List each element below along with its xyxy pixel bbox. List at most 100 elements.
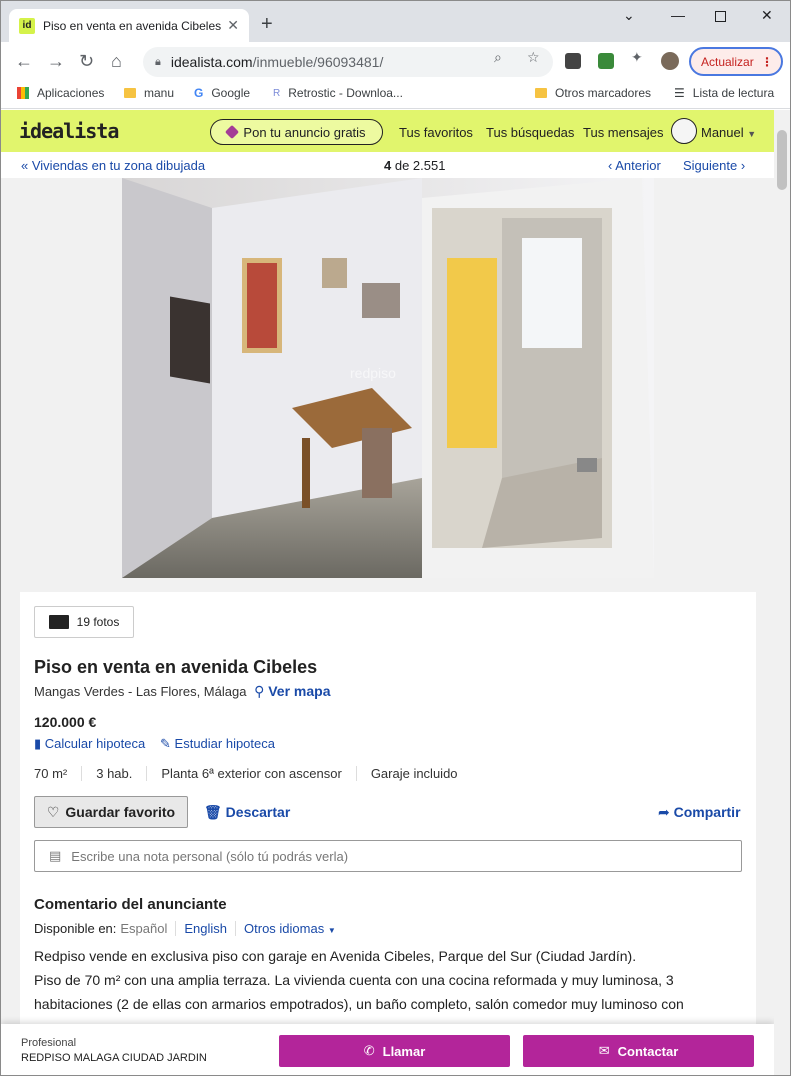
home-icon[interactable]: ⌂	[111, 51, 122, 72]
nav-favorites[interactable]: Tus favoritos	[399, 125, 473, 140]
browser-window: id Piso en venta en avenida Cibeles ✕ + …	[0, 0, 791, 1076]
bookmark-manu[interactable]: manu	[124, 86, 174, 100]
bookmark-google[interactable]: G Google	[194, 86, 250, 100]
address-bar[interactable]: 🔒︎ idealista.com/inmueble/96093481/	[143, 47, 553, 77]
double-chevron-left-icon: «	[21, 158, 29, 173]
browser-toolbar: ← → ↻ ⌂ 🔒︎ idealista.com/inmueble/960934…	[1, 42, 790, 80]
browser-tab[interactable]: id Piso en venta en avenida Cibeles ✕	[9, 9, 249, 42]
maximize-icon[interactable]	[715, 11, 726, 22]
previous-link[interactable]: ‹ Anterior	[608, 158, 661, 173]
phone-icon: ✆	[363, 1043, 375, 1058]
listing-detail-card: 19 fotos Piso en venta en avenida Cibele…	[20, 592, 756, 1075]
extensions-puzzle-icon[interactable]: ✦	[631, 49, 643, 66]
lock-icon: 🔒︎	[155, 55, 161, 68]
listing-navigation: « Viviendas en tu zona dibujada 4 de 2.5…	[1, 152, 774, 178]
extension-icon[interactable]	[598, 53, 614, 69]
url-text: idealista.com/inmueble/96093481/	[170, 54, 384, 70]
photo-watermark: redpiso	[350, 365, 396, 381]
tab-bar: id Piso en venta en avenida Cibeles ✕ + …	[1, 1, 790, 42]
retrostic-icon: R	[273, 87, 281, 99]
chevron-right-icon: ›	[740, 158, 746, 173]
feature-area: 70 m²	[34, 766, 68, 781]
contact-bar: Profesional REDPISO MALAGA CIUDAD JARDIN…	[1, 1024, 774, 1075]
listing-title: Piso en venta en avenida Cibeles	[34, 657, 318, 677]
personal-note-input[interactable]: ▤ Escribe una nota personal (sólo tú podr…	[34, 840, 742, 872]
share-arrow-icon: ➦	[658, 804, 670, 820]
view-map-link[interactable]: ⚲ Ver mapa	[254, 683, 330, 699]
new-tab-icon[interactable]: +	[261, 13, 273, 36]
profile-avatar[interactable]	[661, 52, 679, 70]
reading-list-icon: ☰	[674, 86, 685, 100]
update-button[interactable]: Actualizar ⋮	[689, 47, 783, 76]
listing-price: 120.000 €	[34, 714, 97, 730]
user-avatar-icon[interactable]	[671, 118, 697, 144]
feature-rooms: 3 hab.	[81, 766, 146, 781]
folder-icon	[535, 88, 547, 98]
feature-floor: Planta 6ª exterior con ascensor	[146, 766, 355, 781]
main-listing-photo[interactable]: redpiso	[122, 178, 654, 578]
bookmark-apps[interactable]: Aplicaciones	[17, 86, 104, 100]
reading-list[interactable]: ☰ Lista de lectura	[674, 86, 774, 100]
forward-icon[interactable]: →	[47, 51, 65, 72]
feature-garage: Garaje incluido	[355, 766, 472, 781]
zoom-icon[interactable]: ⌕	[494, 49, 502, 66]
bookmark-other[interactable]: Otros marcadores	[535, 86, 651, 100]
language-selector: Disponible en: Español English Otros idi…	[34, 921, 344, 936]
note-icon: ▤	[49, 848, 62, 863]
chevron-left-icon: ‹	[608, 158, 613, 173]
close-tab-icon[interactable]: ✕	[227, 17, 239, 34]
nav-searches[interactable]: Tus búsquedas	[486, 125, 574, 140]
advertiser-type: Profesional	[21, 1037, 77, 1049]
bookmarks-bar: Aplicaciones manu G Google R Retrostic - D…	[1, 80, 790, 109]
advertiser-comment-heading: Comentario del anunciante	[34, 896, 227, 913]
next-link[interactable]: Siguiente ›	[683, 158, 745, 173]
window-close-icon[interactable]: ✕	[761, 7, 773, 24]
bar-chart-icon: ▮	[34, 736, 42, 751]
minimize-icon[interactable]: —	[671, 7, 685, 23]
heart-icon: ♡	[46, 803, 60, 820]
back-to-list-link[interactable]: « Viviendas en tu zona dibujada	[21, 158, 205, 173]
contact-button[interactable]: ✉ Contactar	[523, 1035, 754, 1067]
back-icon[interactable]: ←	[15, 51, 33, 72]
apps-grid-icon	[17, 87, 29, 99]
tab-title: Piso en venta en avenida Cibeles	[43, 18, 222, 33]
call-button[interactable]: ✆ Llamar	[279, 1035, 510, 1067]
listing-features: 70 m² 3 hab. Planta 6ª exterior con asce…	[34, 766, 472, 781]
discard-button[interactable]: 🗑︎ Descartar	[204, 804, 290, 821]
available-in-label: Disponible en:	[34, 921, 117, 936]
save-favorite-button[interactable]: ♡ Guardar favorito	[34, 796, 188, 828]
image-icon	[48, 615, 69, 629]
message-icon: ✉	[598, 1043, 610, 1058]
photos-button[interactable]: 19 fotos	[34, 606, 134, 638]
idealista-logo[interactable]: idealista	[19, 119, 119, 143]
lang-other[interactable]: Otros idiomas ▼	[235, 921, 344, 936]
menu-dots-icon: ⋮	[761, 54, 773, 69]
listing-position: 4 de 2.551	[384, 158, 446, 173]
folder-icon	[124, 88, 136, 98]
agency-name: REDPISO MALAGA CIUDAD JARDIN	[21, 1052, 207, 1064]
lang-spanish[interactable]: Español	[116, 921, 175, 936]
study-mortgage-link[interactable]: ✎ Estudiar hipoteca	[160, 736, 275, 752]
caret-down-icon: ▼	[747, 129, 757, 139]
scrollbar-thumb[interactable]	[777, 130, 787, 190]
user-menu[interactable]: Manuel ▼	[701, 125, 756, 140]
pin-icon	[225, 124, 240, 140]
extension-icon[interactable]	[565, 53, 581, 69]
share-button[interactable]: ➦ Compartir	[658, 804, 741, 821]
listing-location: Mangas Verdes - Las Flores, Málaga ⚲ Ver…	[34, 683, 331, 699]
page-scrollbar[interactable]	[774, 110, 790, 1075]
lang-english[interactable]: English	[175, 921, 235, 936]
map-pin-icon: ⚲	[254, 683, 265, 699]
site-header: idealista Pon tu anuncio gratis Tus favo…	[1, 110, 774, 152]
calculate-mortgage-link[interactable]: ▮ Calcular hipoteca	[34, 736, 145, 752]
bookmark-retrostic[interactable]: R Retrostic - Downloa...	[273, 86, 403, 100]
reload-icon[interactable]: ↻	[79, 51, 94, 72]
nav-messages[interactable]: Tus mensajes	[583, 125, 663, 140]
trash-icon: 🗑︎	[204, 804, 222, 820]
pencil-icon: ✎	[160, 736, 171, 751]
bookmark-star-icon[interactable]: ☆	[527, 49, 540, 66]
tab-search-icon[interactable]: ⌄	[623, 7, 635, 24]
post-ad-button[interactable]: Pon tu anuncio gratis	[210, 119, 383, 145]
caret-down-icon: ▼	[327, 926, 336, 935]
google-icon: G	[194, 86, 204, 100]
